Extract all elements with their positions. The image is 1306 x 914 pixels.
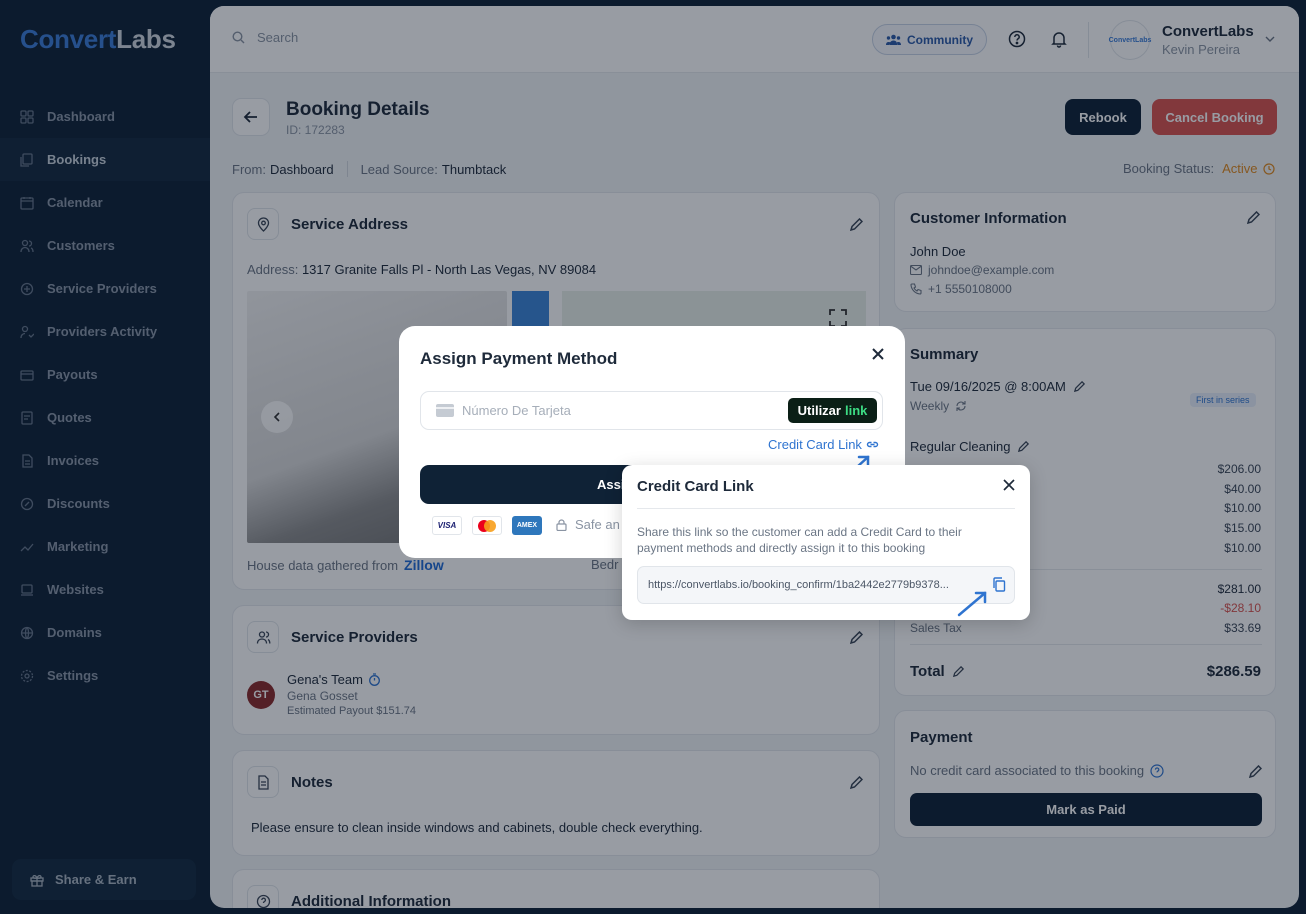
- credit-card-icon: [436, 404, 454, 417]
- card-link-url: https://convertlabs.io/booking_confirm/1…: [648, 579, 949, 591]
- link-icon: [866, 441, 879, 448]
- card-number-placeholder: Número De Tarjeta: [462, 403, 571, 418]
- close-icon[interactable]: [1002, 478, 1016, 492]
- safe-payment-note: Safe an: [556, 517, 620, 532]
- popover-description: Share this link so the customer can add …: [637, 525, 962, 555]
- credit-card-link-label: Credit Card Link: [768, 437, 862, 452]
- link-button-brand: link: [844, 403, 868, 418]
- safe-payment-text: Safe an: [575, 517, 620, 532]
- annotation-arrow: [957, 591, 987, 617]
- payment-brand-logos: VISA AMEX: [432, 516, 552, 535]
- lock-icon: [556, 518, 567, 531]
- amex-icon: AMEX: [512, 516, 542, 535]
- mastercard-icon: [472, 516, 502, 535]
- copy-icon[interactable]: [992, 577, 1006, 592]
- link-button-text: Utilizar: [797, 403, 841, 418]
- visa-icon: VISA: [432, 516, 462, 535]
- assign-button-label: Assi: [597, 477, 625, 492]
- popover-divider: [637, 508, 1015, 509]
- close-icon[interactable]: [869, 345, 887, 363]
- utilizar-link-button[interactable]: Utilizar link: [788, 398, 877, 423]
- credit-card-link[interactable]: Credit Card Link: [768, 437, 879, 452]
- modal-title: Assign Payment Method: [420, 349, 618, 368]
- popover-title: Credit Card Link: [637, 478, 754, 495]
